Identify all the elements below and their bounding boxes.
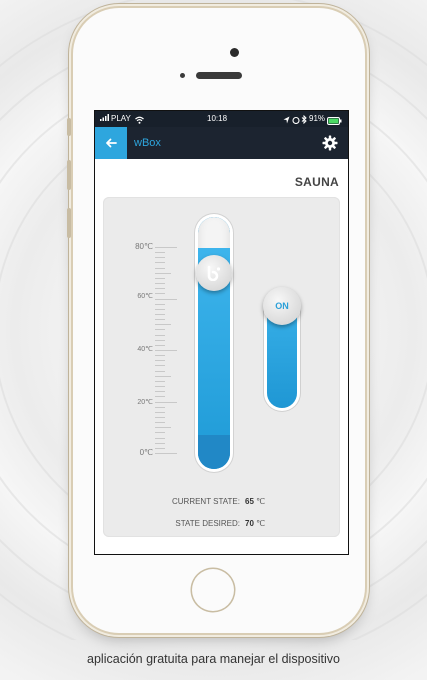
scale-tick <box>155 442 165 444</box>
app-header: wBox <box>95 127 348 159</box>
gear-icon[interactable] <box>322 135 338 151</box>
scale-tick <box>155 355 165 357</box>
scale-tick <box>155 391 165 393</box>
scale-tick <box>155 267 165 269</box>
scale-tick <box>155 288 165 290</box>
desired-state-label: STATE DESIRED: <box>175 519 240 528</box>
scale-tick <box>155 283 165 285</box>
volume-down-button <box>67 208 71 238</box>
scale-tick <box>155 319 165 321</box>
scale-tick <box>155 380 165 382</box>
wbox-logo-icon <box>207 265 221 281</box>
scale-label-20: 20℃ <box>137 399 153 406</box>
scale-tick <box>155 427 171 429</box>
caption-text: aplicación gratuita para manejar el disp… <box>87 652 340 666</box>
scale-tick <box>155 324 171 326</box>
signal-icon <box>100 111 110 127</box>
clock: 10:18 <box>207 114 228 123</box>
scale-tick <box>155 303 165 305</box>
arrow-left-icon <box>106 138 117 148</box>
status-bar: PLAY 10:18 91% <box>95 111 348 127</box>
scale-label-60: 60℃ <box>137 293 153 300</box>
scale-tick <box>155 350 177 351</box>
scale-tick <box>155 411 165 413</box>
scale-tick <box>155 386 165 388</box>
scale-tick <box>155 401 177 403</box>
app-title: wBox <box>134 137 161 149</box>
scale-tick <box>155 257 165 259</box>
volume-up-button <box>67 160 71 190</box>
current-state-label: CURRENT STATE: <box>171 497 240 506</box>
scale-tick <box>155 370 165 372</box>
main-content: SAUNA 80℃ 60℃ 40℃ 20℃ 0℃ ON CURRENT STAT… <box>95 159 348 554</box>
scale-label-80: 80℃ <box>135 242 153 251</box>
scale-tick <box>155 298 177 300</box>
back-button[interactable] <box>95 127 127 159</box>
scale-label-0: 0℃ <box>139 448 153 457</box>
scale-tick <box>155 308 165 310</box>
scale-tick <box>155 396 165 398</box>
scale-tick <box>155 262 165 264</box>
scale-tick <box>155 432 165 434</box>
mute-switch <box>67 118 71 136</box>
scale-tick <box>155 344 165 346</box>
scale-tick <box>155 339 165 341</box>
scale-tick <box>155 277 165 279</box>
scale-tick <box>155 447 165 449</box>
scale-tick <box>155 293 165 295</box>
phone-screen: PLAY 10:18 91% wBox SAUNA 80℃ 60℃ 40℃ 20… <box>94 110 349 555</box>
scale-tick <box>155 406 165 408</box>
battery-percent: 91% <box>309 114 326 123</box>
home-button[interactable] <box>192 569 234 611</box>
front-camera <box>180 73 185 78</box>
desired-state-value: 70 ℃ <box>245 519 266 528</box>
carrier-name: PLAY <box>111 114 131 123</box>
scale-tick <box>155 453 177 454</box>
current-state-value: 65 ℃ <box>245 497 266 506</box>
scale-tick <box>155 422 165 424</box>
scale-tick <box>155 365 165 367</box>
earpiece-speaker <box>196 72 242 79</box>
scale-tick <box>155 313 165 315</box>
scale-label-40: 40℃ <box>137 346 153 353</box>
scale-tick <box>155 252 165 254</box>
scale-tick <box>155 334 165 336</box>
temperature-slider-handle[interactable] <box>196 255 232 291</box>
scale-tick <box>155 416 165 418</box>
power-toggle[interactable]: ON <box>263 287 301 325</box>
scale-tick <box>155 375 171 377</box>
front-sensor <box>230 48 239 57</box>
scale-tick <box>155 437 165 439</box>
room-title: SAUNA <box>294 175 339 189</box>
scale-tick <box>155 329 165 331</box>
scale-tick <box>155 247 177 248</box>
slider-base <box>198 435 230 469</box>
control-panel: 80℃ 60℃ 40℃ 20℃ 0℃ ON CURRENT STATE: 65 … <box>103 197 340 537</box>
scale-tick <box>155 360 165 362</box>
scale-tick <box>155 272 171 274</box>
